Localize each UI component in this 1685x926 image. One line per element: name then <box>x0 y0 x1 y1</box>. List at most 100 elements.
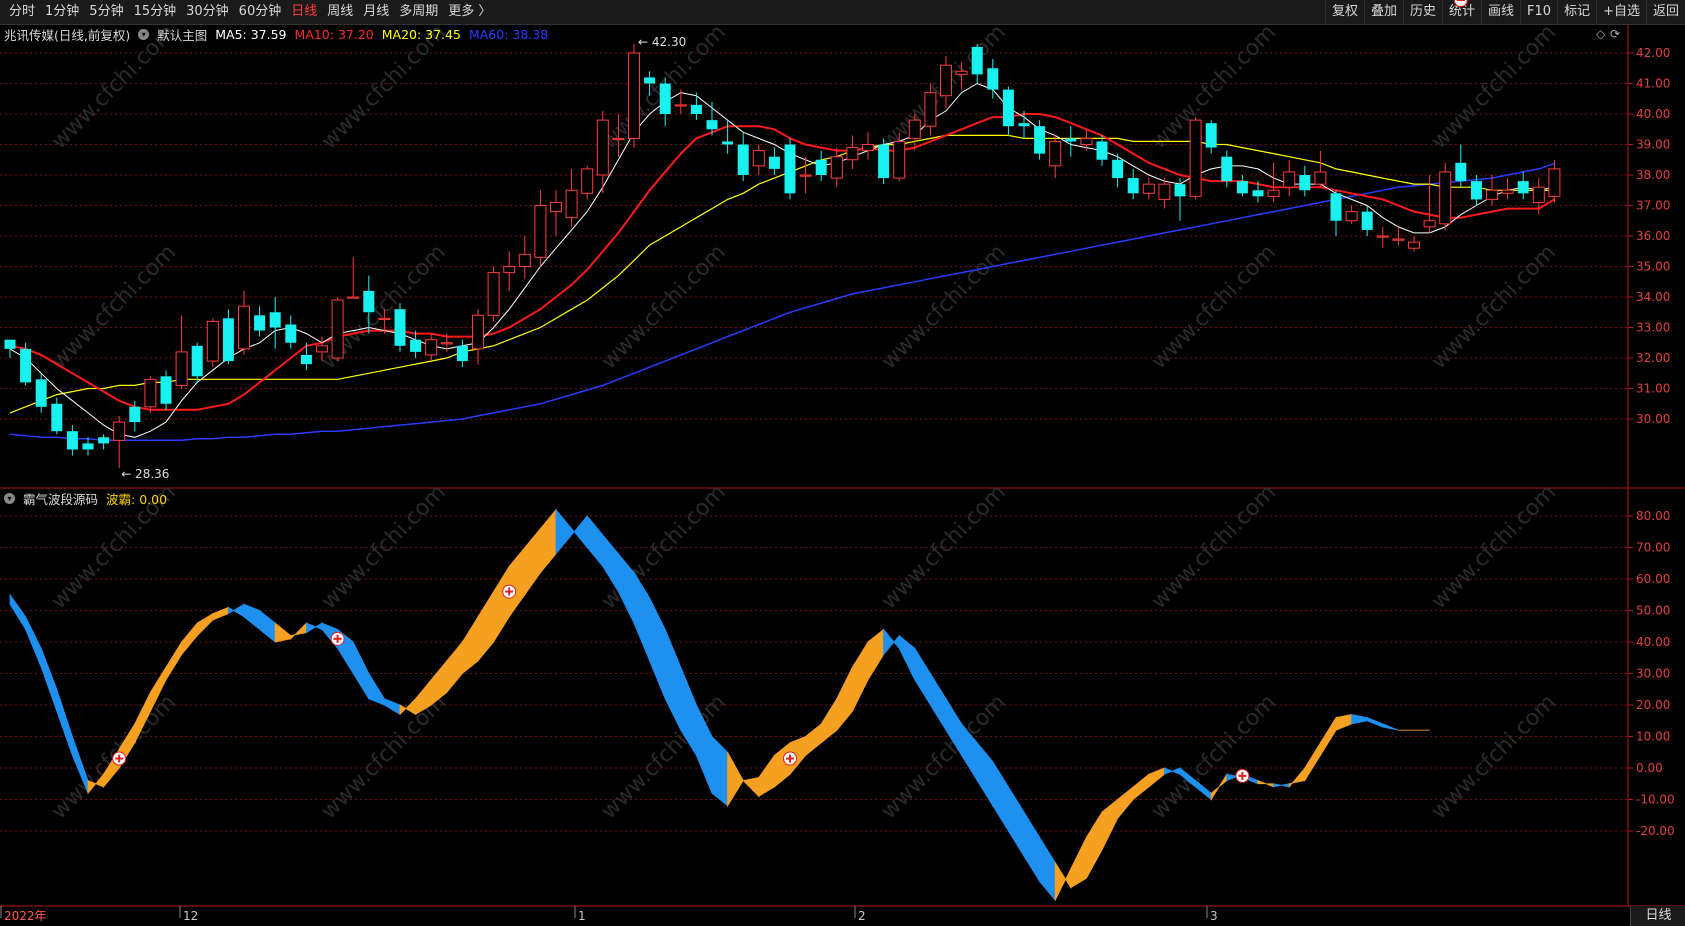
wave-ribbon-segment <box>181 621 198 656</box>
wave-ribbon-segment <box>352 641 370 701</box>
wave-ribbon-segment <box>446 640 463 694</box>
sub-indicator-value: 波霸: 0.00 <box>106 491 168 507</box>
x-axis-label: 1 <box>578 909 586 923</box>
wave-ribbon-segment <box>976 741 994 808</box>
period-tab-daily[interactable]: 日线 <box>1630 906 1685 926</box>
settings-circle-icon[interactable]: ▾ <box>138 28 150 40</box>
candle-body-up <box>316 345 328 353</box>
watermark-text: www.cfchi.com <box>47 240 181 374</box>
candle-body-down <box>706 120 718 130</box>
wave-ribbon-segment <box>1132 773 1150 801</box>
candle-body-up <box>1423 220 1436 228</box>
candle-body-up <box>1439 171 1452 225</box>
wave-ribbon-segment <box>805 723 822 757</box>
candle-body-up <box>347 296 360 299</box>
candle-body-down <box>1221 156 1233 182</box>
candle-body-up <box>1548 168 1561 197</box>
candle-body-up <box>503 266 516 274</box>
stock-title[interactable]: 兆讯传媒(日线,前复权) <box>4 25 130 44</box>
wave-ribbon-segment <box>758 754 775 798</box>
candle-body-up <box>518 253 531 268</box>
candle-body-down <box>815 159 827 175</box>
candle-body-down <box>1205 123 1217 148</box>
wave-ribbon-segment <box>306 622 323 634</box>
candle-body-down <box>784 144 796 194</box>
candle-body-down <box>644 77 656 84</box>
ma-label-2: MA20: 37.45 <box>381 26 461 42</box>
candle-body-down <box>1002 89 1014 127</box>
candle-body-down <box>1034 126 1046 154</box>
sub-y-tick-label: -20.00 <box>1636 824 1675 838</box>
wave-ribbon-segment <box>930 672 947 732</box>
candle-body-up <box>862 144 874 152</box>
main-y-tick-label: 39.00 <box>1636 138 1670 152</box>
main-y-tick-label: 41.00 <box>1636 77 1670 91</box>
wave-ribbon-segment <box>1101 798 1118 851</box>
sub-indicator-name[interactable]: 霸气波段源码 <box>23 489 98 508</box>
candle-body-up <box>472 314 484 350</box>
sub-y-tick-label: 80.00 <box>1636 509 1670 523</box>
watermark-text: www.cfchi.com <box>1427 20 1561 154</box>
main-indicator-name[interactable]: 默认主图 <box>157 25 207 44</box>
diamond-icon[interactable]: ◇ <box>1596 27 1605 41</box>
sub-panel-info: ▾ 霸气波段源码 波霸: 0.00 <box>4 489 167 507</box>
main-y-tick-label: 42.00 <box>1636 46 1670 60</box>
candle-body-down <box>737 144 749 175</box>
wave-ribbon-segment <box>820 697 838 744</box>
wave-ribbon-segment <box>649 597 666 699</box>
candle-body-down <box>82 443 94 450</box>
x-axis-label: 3 <box>1210 909 1218 923</box>
wave-ribbon-segment <box>711 735 728 807</box>
candle-body-down <box>1096 141 1108 160</box>
candle-body-down <box>1252 190 1264 197</box>
wave-ribbon-segment <box>992 760 1009 833</box>
sub-y-tick-label: -10.00 <box>1636 793 1675 807</box>
candle-body-up <box>1283 171 1296 188</box>
wave-ribbon-segment <box>1054 861 1072 901</box>
candle-body-up <box>534 205 547 258</box>
wave-ribbon-segment <box>852 640 869 712</box>
wave-ribbon-segment <box>290 622 307 640</box>
candle-body-down <box>1236 181 1248 194</box>
candle-body-down <box>98 437 110 444</box>
wave-ribbon-segment <box>259 609 276 643</box>
wave-ribbon-segment <box>477 590 494 663</box>
ma60-line <box>9 162 1555 442</box>
candle-body-down <box>51 403 63 432</box>
candle-body-down <box>363 290 375 313</box>
candle-body-up <box>144 378 157 408</box>
watermark-text: www.cfchi.com <box>1427 240 1561 374</box>
wave-ribbon-segment <box>1288 766 1306 789</box>
indicator-toggle-icon[interactable]: ▾ <box>4 492 15 504</box>
candle-body-down <box>1018 123 1030 127</box>
candle-body-down <box>394 309 406 346</box>
main-y-tick-label: 36.00 <box>1636 229 1670 243</box>
candle-body-down <box>659 83 671 114</box>
expand-icon[interactable]: ⟳ <box>1610 27 1620 41</box>
candle-body-down <box>456 345 468 362</box>
candle-body-down <box>20 348 32 383</box>
main-panel-info: 兆讯传媒(日线,前复权) ▾ 默认主图 MA5: 37.59 MA10: 37.2… <box>4 25 548 43</box>
candle-body-down <box>1517 181 1529 194</box>
candle-body-down <box>222 318 234 362</box>
candle-body-up <box>238 305 250 350</box>
candle-body-down <box>1065 138 1077 142</box>
wave-ribbon-segment <box>914 646 931 707</box>
candle-body-up <box>378 317 391 321</box>
candle-body-down <box>1330 193 1342 221</box>
wave-ribbon-segment <box>1257 780 1274 788</box>
stock-chart[interactable]: 30.0031.0032.0033.0034.0035.0036.0037.00… <box>0 0 1685 926</box>
candle-body-up <box>628 52 640 139</box>
main-y-tick-label: 34.00 <box>1636 290 1670 304</box>
candle-body-down <box>768 156 780 169</box>
candle-body-up <box>565 189 578 219</box>
wave-ribbon-segment <box>430 659 448 706</box>
candle-body-up <box>331 299 344 359</box>
wave-ribbon-segment <box>165 640 182 682</box>
wave-ribbon-segment <box>384 698 401 716</box>
x-axis-label: 2022年 <box>4 909 47 923</box>
low-price-label: ← 28.36 <box>121 467 169 481</box>
candle-body-up <box>1080 137 1093 145</box>
sub-y-tick-label: 30.00 <box>1636 667 1670 681</box>
candle-body-up <box>1142 183 1155 194</box>
